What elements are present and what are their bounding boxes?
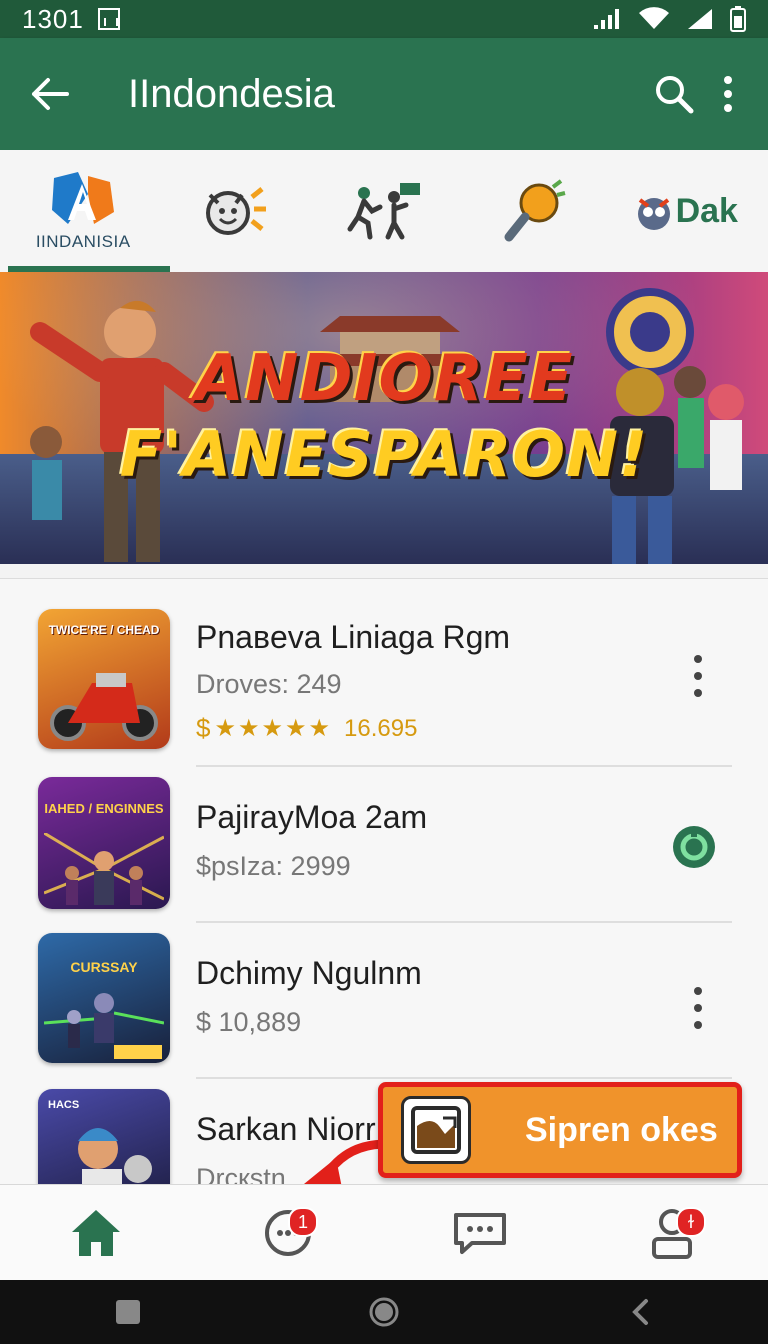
running-people-icon: [347, 183, 420, 240]
tab-indonesia[interactable]: IINDANISIA: [8, 150, 171, 272]
tab-label: Dak: [675, 191, 738, 230]
back-system-button[interactable]: [590, 1280, 690, 1344]
thumb-title: TWICE'RE / CHEAD: [48, 623, 160, 637]
search-icon[interactable]: [654, 74, 694, 114]
banner-title-line2: F'ANESPARON!: [119, 418, 649, 491]
arrow-left-icon: [32, 78, 69, 110]
status-time: 1301: [22, 3, 84, 34]
divider: [196, 765, 732, 767]
status-icons: [592, 6, 746, 32]
app-subtitle: Drcкstn.: [196, 1163, 294, 1185]
app-bar: IIndondesia: [0, 38, 768, 150]
list-item[interactable]: CURSSAY Dchimy Ngulnm $ 10,889: [0, 891, 768, 1063]
thumb-title: HACS: [48, 1099, 80, 1111]
mascot-icon: [637, 198, 670, 230]
install-status-icon[interactable]: [672, 825, 716, 869]
hero-portrait-illustration: [78, 1128, 152, 1185]
divider: [196, 1077, 732, 1079]
message-icon: [454, 1213, 506, 1254]
home-system-button[interactable]: [334, 1280, 434, 1344]
app-subtitle: $ 10,889: [196, 1007, 302, 1037]
circle-icon: [369, 1297, 399, 1327]
torch-icon: [504, 179, 566, 242]
page-title: IIndondesia: [128, 71, 335, 116]
app-thumbnail: TWICE'RE / CHEAD: [38, 609, 170, 749]
banner-title-line1: ANDIOREE: [194, 342, 574, 416]
nav-home[interactable]: [36, 1185, 156, 1281]
bottom-navigation: 1 ɫ: [0, 1184, 768, 1281]
nav-profile[interactable]: ɫ: [612, 1185, 732, 1281]
tab-label: IINDANISIA: [35, 232, 131, 251]
sim-icon: [97, 8, 120, 30]
status-bar: 1301: [0, 0, 768, 38]
app-thumbnail: CURSSAY: [38, 933, 170, 1063]
battery-icon: [730, 6, 746, 32]
notification-badge: 1: [288, 1207, 318, 1237]
thumb-title: IAHED / ENGINNES: [44, 801, 164, 816]
back-button[interactable]: [0, 38, 100, 150]
toast-label: Sipren okes: [525, 1110, 718, 1149]
tab-ideas[interactable]: [459, 150, 609, 272]
more-options-button[interactable]: [694, 655, 706, 697]
app-subtitle: $psIza: 2999: [196, 851, 351, 881]
promo-banner[interactable]: ANDIOREE F'ANESPARON!: [0, 272, 768, 564]
app-thumbnail: IAHED / ENGINNES: [38, 777, 170, 909]
home-icon: [72, 1210, 120, 1256]
smiley-burst-icon: [205, 187, 266, 235]
motorbike-illustration: [50, 673, 158, 741]
app-name: PajiraуMoa 2am: [196, 799, 428, 835]
app-subtitle: Droves: 249: [196, 669, 342, 699]
app-thumbnail: HACS: [38, 1089, 170, 1185]
tab-dak[interactable]: Dak: [610, 150, 760, 272]
more-vert-icon[interactable]: [722, 75, 734, 113]
square-icon: [116, 1300, 140, 1324]
profile-badge: ɫ: [676, 1207, 706, 1237]
nav-messages[interactable]: [420, 1185, 540, 1281]
recents-button[interactable]: [78, 1280, 178, 1344]
list-item[interactable]: TWICE'RE / CHEAD Pnaвeva Liniaga Rgm Dro…: [0, 579, 768, 749]
cell-signal-icon: [688, 9, 712, 29]
image-icon: [401, 1096, 471, 1164]
tab-sports[interactable]: [309, 150, 459, 272]
wifi-icon: [639, 7, 669, 30]
tab-fun[interactable]: [159, 150, 309, 272]
app-name: Pnaвeva Liniaga Rgm: [196, 619, 511, 655]
more-options-button[interactable]: [694, 987, 706, 1029]
category-tabs: IINDANISIA Dak: [0, 150, 768, 272]
system-navigation: [0, 1280, 768, 1344]
nav-chat[interactable]: 1: [228, 1185, 348, 1281]
divider: [196, 921, 732, 923]
list-item[interactable]: IAHED / ENGINNES PajiraуMoa 2am $psIza: …: [0, 735, 768, 909]
a-logo-icon: [52, 172, 115, 224]
thumb-title: CURSSAY: [70, 959, 138, 975]
app-name: Dchimy Ngulnm: [196, 955, 422, 991]
chevron-left-icon: [632, 1299, 648, 1325]
signal-icon: [594, 9, 619, 29]
floating-action-toast[interactable]: Sipren okes: [378, 1082, 742, 1178]
